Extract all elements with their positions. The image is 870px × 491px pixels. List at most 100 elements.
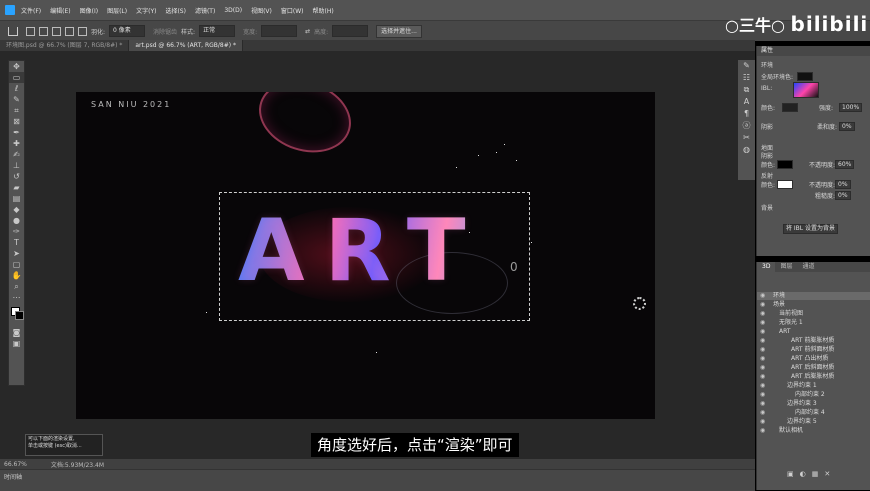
ground-color-swatch[interactable] xyxy=(777,160,793,169)
global-ambient-swatch[interactable] xyxy=(797,72,813,81)
zoom-level[interactable]: 66.67% xyxy=(4,461,27,468)
marquee-tool-preset-icon[interactable] xyxy=(26,26,35,36)
brush-tool-icon[interactable]: ✍ xyxy=(9,149,24,160)
reflection-color-swatch[interactable] xyxy=(777,180,793,189)
visibility-eye-icon[interactable]: ◉ xyxy=(760,427,765,435)
filter-icon[interactable]: ▦ xyxy=(812,470,825,478)
visibility-eye-icon[interactable]: ◉ xyxy=(760,301,765,309)
layer-row[interactable]: ◉ 环境 xyxy=(757,292,870,300)
visibility-eye-icon[interactable]: ◉ xyxy=(760,391,765,399)
layer-row[interactable]: ◉ ART xyxy=(757,328,870,336)
subtract-selection-icon[interactable] xyxy=(65,26,74,36)
layer-row[interactable]: ◉ 边界约束 5 xyxy=(757,418,870,426)
path-selection-tool-icon[interactable]: ➤ xyxy=(9,248,24,259)
shadow-checkbox-label[interactable]: 阴影 xyxy=(761,122,773,131)
layer-row[interactable]: ◉ 场景 xyxy=(757,301,870,309)
ground-opacity-input[interactable]: 60% xyxy=(835,160,855,169)
home-icon[interactable] xyxy=(8,26,18,36)
tab-channels[interactable]: 通道 xyxy=(797,262,819,272)
new-3d-object-icon[interactable]: ▣ xyxy=(787,470,800,478)
set-ibl-background-button[interactable]: 将 IBL 设置为背景 xyxy=(783,224,839,234)
properties-panel-title[interactable]: 属性 xyxy=(757,46,870,56)
visibility-eye-icon[interactable]: ◉ xyxy=(760,373,765,381)
move-tool-icon[interactable]: ✥ xyxy=(9,61,24,72)
document-size[interactable]: 文档:5.93M/23.4M xyxy=(51,460,104,469)
healing-brush-tool-icon[interactable]: ✚ xyxy=(9,138,24,149)
menu-type[interactable]: 文字(Y) xyxy=(136,6,156,15)
brush-settings-icon[interactable]: ✎ xyxy=(738,60,755,72)
menu-file[interactable]: 文件(F) xyxy=(21,6,41,15)
document-tab[interactable]: 环境图.psd @ 66.7% (图层 7, RGB/8#) * xyxy=(0,40,130,51)
tab-3d[interactable]: 3D xyxy=(757,262,776,272)
blur-tool-icon[interactable]: ◆ xyxy=(9,204,24,215)
roughness-input[interactable]: 0% xyxy=(835,191,851,200)
hand-tool-icon[interactable]: ✋ xyxy=(9,270,24,281)
tab-layers[interactable]: 图层 xyxy=(775,262,797,272)
visibility-eye-icon[interactable]: ◉ xyxy=(760,310,765,318)
layer-row[interactable]: ◉ 边界约束 1 xyxy=(757,382,870,390)
layer-comps-icon[interactable]: ⧉ xyxy=(738,84,755,96)
visibility-eye-icon[interactable]: ◉ xyxy=(760,355,765,363)
lasso-tool-icon[interactable]: ℓ xyxy=(9,83,24,94)
menu-3d[interactable]: 3D(D) xyxy=(224,7,242,14)
style-select[interactable]: 正常 xyxy=(199,25,236,37)
menu-view[interactable]: 视图(V) xyxy=(251,6,272,15)
tools-preset-icon[interactable]: ✂ xyxy=(738,132,755,144)
menu-select[interactable]: 选择(S) xyxy=(165,6,186,15)
layer-row[interactable]: ◉ ART 后膨胀材质 xyxy=(757,373,870,381)
menu-window[interactable]: 窗口(W) xyxy=(281,6,304,15)
more-tools-icon[interactable]: ⋯ xyxy=(9,292,24,303)
screen-mode-icon[interactable]: ▣ xyxy=(9,338,24,349)
layer-row[interactable]: ◉ 当前视图 xyxy=(757,310,870,318)
frame-tool-icon[interactable]: ⊠ xyxy=(9,116,24,127)
visibility-eye-icon[interactable]: ◉ xyxy=(760,382,765,390)
clone-stamp-tool-icon[interactable]: ⊥ xyxy=(9,160,24,171)
visibility-eye-icon[interactable]: ◉ xyxy=(760,364,765,372)
menu-help[interactable]: 帮助(H) xyxy=(313,6,334,15)
eyedropper-tool-icon[interactable]: ✒ xyxy=(9,127,24,138)
width-input[interactable] xyxy=(261,25,298,37)
menu-edit[interactable]: 编辑(E) xyxy=(50,6,70,15)
feather-input[interactable]: 0 像素 xyxy=(109,25,146,37)
ibl-texture-thumbnail[interactable] xyxy=(793,82,819,98)
color-swatches-icon[interactable] xyxy=(9,303,24,327)
glyphs-icon[interactable]: ⓐ xyxy=(738,120,755,132)
intensity-input[interactable]: 100% xyxy=(839,103,863,112)
menu-layer[interactable]: 图层(L) xyxy=(107,6,127,15)
visibility-eye-icon[interactable]: ◉ xyxy=(760,292,765,300)
rectangular-marquee-tool-icon[interactable]: ▭ xyxy=(9,72,24,83)
visibility-eye-icon[interactable]: ◉ xyxy=(760,400,765,408)
rectangle-tool-icon[interactable]: ▢ xyxy=(9,259,24,270)
paragraph-icon[interactable]: ¶ xyxy=(738,108,755,120)
quick-mask-icon[interactable]: ◙ xyxy=(9,327,24,338)
pen-tool-icon[interactable]: ✑ xyxy=(9,226,24,237)
softness-input[interactable]: 0% xyxy=(839,122,855,131)
eraser-tool-icon[interactable]: ▰ xyxy=(9,182,24,193)
antialias-label[interactable]: 消除锯齿 xyxy=(153,27,177,36)
history-brush-tool-icon[interactable]: ↺ xyxy=(9,171,24,182)
layer-row[interactable]: ◉ ART 凸出材质 xyxy=(757,355,870,363)
layer-row[interactable]: ◉ 默认相机 xyxy=(757,427,870,435)
menu-filter[interactable]: 滤镜(T) xyxy=(195,6,215,15)
layer-row[interactable]: ◉ ART 前膨胀材质 xyxy=(757,337,870,345)
visibility-eye-icon[interactable]: ◉ xyxy=(760,328,765,336)
photoshop-logo-icon[interactable] xyxy=(5,5,15,15)
3d-object-icon[interactable]: ◍ xyxy=(738,144,755,156)
visibility-eye-icon[interactable]: ◉ xyxy=(760,319,765,327)
layer-row[interactable]: ◉ 边界约束 3 xyxy=(757,400,870,408)
visibility-eye-icon[interactable]: ◉ xyxy=(760,337,765,345)
visibility-eye-icon[interactable]: ◉ xyxy=(760,418,765,426)
adjustments-icon[interactable]: ☷ xyxy=(738,72,755,84)
type-tool-icon[interactable]: T xyxy=(9,237,24,248)
layer-row[interactable]: ◉ ART 前斜面材质 xyxy=(757,346,870,354)
new-selection-icon[interactable] xyxy=(39,26,48,36)
swap-icon[interactable]: ⇄ xyxy=(305,28,310,35)
selection-marquee[interactable] xyxy=(219,192,530,321)
timeline-tab[interactable]: 时间轴 xyxy=(4,472,22,481)
render-icon[interactable]: ◐ xyxy=(800,470,812,478)
delete-icon[interactable]: ✕ xyxy=(824,470,836,478)
light-color-swatch[interactable] xyxy=(782,103,798,112)
layer-row[interactable]: ◉ 内部约束 2 xyxy=(757,391,870,399)
add-selection-icon[interactable] xyxy=(52,26,61,36)
crop-tool-icon[interactable]: ⌗ xyxy=(9,105,24,116)
